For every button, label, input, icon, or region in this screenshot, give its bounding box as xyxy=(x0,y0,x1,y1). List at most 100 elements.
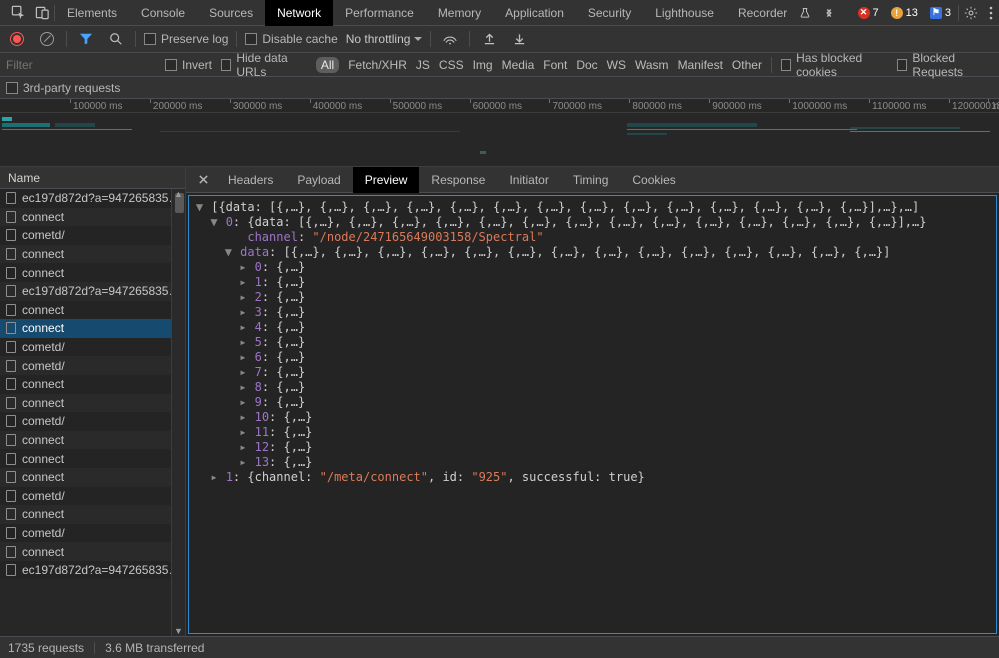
request-list[interactable]: ec197d872d?a=947265835…connectcometd/con… xyxy=(0,189,185,636)
tab-application[interactable]: Application xyxy=(493,0,576,26)
detail-tab-response[interactable]: Response xyxy=(419,167,497,193)
has-blocked-cookies-checkbox[interactable]: Has blocked cookies xyxy=(781,51,888,79)
export-har-icon[interactable] xyxy=(508,28,530,50)
request-row[interactable]: connect xyxy=(0,375,185,394)
json-tree-row[interactable]: ▸ 7: {,…} xyxy=(195,365,990,380)
request-row[interactable]: ec197d872d?a=947265835… xyxy=(0,282,185,301)
json-tree-row[interactable]: ▸ 2: {,…} xyxy=(195,290,990,305)
preserve-log-checkbox[interactable]: Preserve log xyxy=(144,32,228,46)
detail-tab-timing[interactable]: Timing xyxy=(561,167,621,193)
preview-json-tree[interactable]: ▼ [{data: [{,…}, {,…}, {,…}, {,…}, {,…},… xyxy=(188,195,997,634)
request-list-header[interactable]: Name xyxy=(0,167,185,189)
issues-count-badge[interactable]: ⚑ 3 xyxy=(925,4,956,22)
json-tree-row[interactable]: ▸ 12: {,…} xyxy=(195,440,990,455)
filter-type-doc[interactable]: Doc xyxy=(576,58,597,72)
settings-gear-icon[interactable] xyxy=(959,6,983,20)
third-party-checkbox[interactable]: 3rd-party requests xyxy=(6,81,120,95)
detail-tab-cookies[interactable]: Cookies xyxy=(620,167,687,193)
json-tree-row[interactable]: ▸ 1: {channel: "/meta/connect", id: "925… xyxy=(195,470,990,485)
json-tree-row[interactable]: channel: "/node/247165649003158/Spectral… xyxy=(195,230,990,245)
tab-console[interactable]: Console xyxy=(129,0,197,26)
json-tree-row[interactable]: ▸ 11: {,…} xyxy=(195,425,990,440)
request-row[interactable]: connect xyxy=(0,468,185,487)
request-row[interactable]: connect xyxy=(0,245,185,264)
request-row[interactable]: connect xyxy=(0,542,185,561)
error-count-badge[interactable]: ✕ 7 xyxy=(853,4,884,22)
detail-tab-payload[interactable]: Payload xyxy=(285,167,352,193)
json-tree-row[interactable]: ▼ [{data: [{,…}, {,…}, {,…}, {,…}, {,…},… xyxy=(195,200,990,215)
tab-recorder[interactable]: Recorder xyxy=(726,0,799,26)
request-row[interactable]: cometd/ xyxy=(0,338,185,357)
close-details-icon[interactable] xyxy=(190,174,216,185)
detail-tab-headers[interactable]: Headers xyxy=(216,167,285,193)
filter-type-fetchxhr[interactable]: Fetch/XHR xyxy=(348,58,407,72)
network-overview-timeline[interactable]: 100000 ms200000 ms300000 ms400000 ms5000… xyxy=(0,99,999,167)
warning-count-badge[interactable]: ! 13 xyxy=(886,4,923,22)
request-row[interactable]: cometd/ xyxy=(0,226,185,245)
scroll-up-arrow-icon[interactable]: ▲ xyxy=(174,189,183,199)
tab-lighthouse[interactable]: Lighthouse xyxy=(643,0,726,26)
filter-input[interactable] xyxy=(6,56,156,74)
request-row[interactable]: connect xyxy=(0,263,185,282)
request-row[interactable]: connect xyxy=(0,449,185,468)
filter-type-img[interactable]: Img xyxy=(473,58,493,72)
filter-type-other[interactable]: Other xyxy=(732,58,762,72)
filter-type-font[interactable]: Font xyxy=(543,58,567,72)
request-row[interactable]: connect xyxy=(0,319,185,338)
filter-toggle-icon[interactable] xyxy=(75,28,97,50)
json-tree-row[interactable]: ▼ data: [{,…}, {,…}, {,…}, {,…}, {,…}, {… xyxy=(195,245,990,260)
filter-type-css[interactable]: CSS xyxy=(439,58,464,72)
filter-type-js[interactable]: JS xyxy=(416,58,430,72)
more-tabs-icon[interactable] xyxy=(817,1,841,25)
json-tree-row[interactable]: ▸ 13: {,…} xyxy=(195,455,990,470)
hide-data-urls-checkbox[interactable]: Hide data URLs xyxy=(221,51,307,79)
json-tree-row[interactable]: ▸ 1: {,…} xyxy=(195,275,990,290)
network-conditions-icon[interactable] xyxy=(439,28,461,50)
request-row[interactable]: cometd/ xyxy=(0,356,185,375)
request-row[interactable]: cometd/ xyxy=(0,524,185,543)
request-row[interactable]: connect xyxy=(0,505,185,524)
tab-performance[interactable]: Performance xyxy=(333,0,426,26)
device-toolbar-icon[interactable] xyxy=(30,1,54,25)
json-tree-row[interactable]: ▸ 10: {,…} xyxy=(195,410,990,425)
request-row[interactable]: cometd/ xyxy=(0,487,185,506)
filter-type-media[interactable]: Media xyxy=(502,58,535,72)
json-tree-row[interactable]: ▸ 6: {,…} xyxy=(195,350,990,365)
request-row[interactable]: connect xyxy=(0,301,185,320)
kebab-menu-icon[interactable] xyxy=(983,6,999,20)
detail-tab-initiator[interactable]: Initiator xyxy=(497,167,560,193)
request-row[interactable]: connect xyxy=(0,394,185,413)
json-tree-row[interactable]: ▼ 0: {data: [{,…}, {,…}, {,…}, {,…}, {,…… xyxy=(195,215,990,230)
request-row[interactable]: cometd/ xyxy=(0,412,185,431)
record-button[interactable] xyxy=(6,28,28,50)
clear-button[interactable] xyxy=(36,28,58,50)
tab-network[interactable]: Network xyxy=(265,0,333,26)
scrollbar-track[interactable]: ▲ ▼ xyxy=(171,189,185,636)
filter-type-manifest[interactable]: Manifest xyxy=(678,58,723,72)
json-tree-row[interactable]: ▸ 3: {,…} xyxy=(195,305,990,320)
inspect-element-icon[interactable] xyxy=(6,1,30,25)
json-tree-row[interactable]: ▸ 9: {,…} xyxy=(195,395,990,410)
tab-memory[interactable]: Memory xyxy=(426,0,493,26)
tab-elements[interactable]: Elements xyxy=(55,0,129,26)
json-tree-row[interactable]: ▸ 4: {,…} xyxy=(195,320,990,335)
json-tree-row[interactable]: ▸ 8: {,…} xyxy=(195,380,990,395)
tab-sources[interactable]: Sources xyxy=(197,0,265,26)
request-row[interactable]: ec197d872d?a=947265835… xyxy=(0,561,185,580)
filter-type-ws[interactable]: WS xyxy=(607,58,626,72)
json-tree-row[interactable]: ▸ 0: {,…} xyxy=(195,260,990,275)
scroll-down-arrow-icon[interactable]: ▼ xyxy=(174,626,183,636)
throttling-select[interactable]: No throttling xyxy=(346,32,423,46)
invert-checkbox[interactable]: Invert xyxy=(165,58,212,72)
search-icon[interactable] xyxy=(105,28,127,50)
detail-tab-preview[interactable]: Preview xyxy=(353,167,420,193)
request-row[interactable]: ec197d872d?a=947265835… xyxy=(0,189,185,208)
tab-security[interactable]: Security xyxy=(576,0,643,26)
disable-cache-checkbox[interactable]: Disable cache xyxy=(245,32,337,46)
import-har-icon[interactable] xyxy=(478,28,500,50)
filter-type-wasm[interactable]: Wasm xyxy=(635,58,669,72)
blocked-requests-checkbox[interactable]: Blocked Requests xyxy=(897,51,993,79)
json-tree-row[interactable]: ▸ 5: {,…} xyxy=(195,335,990,350)
filter-all-pill[interactable]: All xyxy=(316,57,339,73)
request-row[interactable]: connect xyxy=(0,208,185,227)
